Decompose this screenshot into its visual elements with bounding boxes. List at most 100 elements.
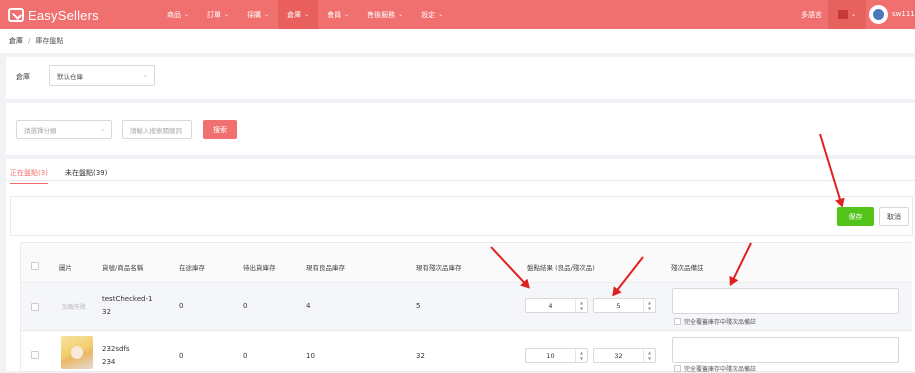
select-all-checkbox[interactable] (31, 262, 39, 270)
header-image: 圖片 (59, 264, 72, 272)
table-row: 加載失敗 testChecked-1 32 0 0 4 5 4 ▲ ▼ 5 ▲ ▼ … (21, 283, 912, 331)
row-good-stock: 10 (306, 352, 315, 360)
search-button[interactable]: 搜索 (203, 120, 237, 139)
nav-item-after-sales[interactable]: 售後服務 ⌄ (358, 0, 412, 29)
action-bar: 保存 取消 (10, 196, 913, 236)
row-in-transit: 0 (179, 352, 184, 360)
image-failed-text: 加載失敗 (62, 304, 87, 311)
row-pending: 0 (243, 352, 248, 360)
header-pending: 待出貨庫存 (243, 264, 276, 272)
category-placeholder: 請選擇分類 (24, 126, 57, 135)
chevron-down-icon: ⌄ (438, 11, 444, 18)
nav-item-members[interactable]: 會員 ⌄ (318, 0, 358, 29)
stepper-arrows-icon[interactable]: ▲ ▼ (643, 349, 655, 362)
brand-name: EasySellers (28, 7, 99, 23)
language-link[interactable]: 多語言 (801, 10, 822, 20)
header-defective-note: 殘次品備註 (671, 264, 704, 272)
search-input[interactable]: 請輸入搜索關鍵詞 (122, 120, 192, 139)
nav-label: 售後服務 (367, 10, 396, 19)
warehouse-panel: 倉庫 默认仓庫 ⌄ (6, 57, 915, 99)
shop-bag-icon (8, 8, 24, 22)
tab-bar: 正在盤點(3) 未在盤點(39) (6, 159, 915, 184)
nav-label: 訂單 (207, 10, 222, 19)
row-sku: testChecked-1 (102, 295, 153, 303)
tab-counting[interactable]: 正在盤點(3) (10, 168, 48, 184)
defective-count-value: 32 (614, 352, 623, 360)
stepper-arrows-icon[interactable]: ▲ ▼ (643, 299, 655, 312)
product-thumbnail (61, 336, 93, 369)
header-good-stock: 現有良品庫存 (306, 264, 345, 272)
nav-item-products[interactable]: 商品 ⌄ (158, 0, 198, 29)
theme-color-picker[interactable]: ⌄ (828, 0, 866, 29)
color-swatch (837, 10, 848, 19)
overwrite-note-option[interactable]: 完全覆蓋庫存中殘次品備註 (674, 364, 756, 373)
breadcrumb-separator: / (28, 37, 31, 45)
category-select[interactable]: 請選擇分類 ⌄ (16, 120, 112, 139)
overwrite-note-option[interactable]: 完全覆蓋庫存中殘次品備註 (674, 317, 756, 326)
row-defective-stock: 5 (416, 302, 421, 310)
save-button[interactable]: 保存 (837, 207, 874, 226)
row-name: 32 (102, 308, 111, 316)
defective-note-textarea[interactable] (672, 337, 899, 363)
cancel-button[interactable]: 取消 (879, 207, 909, 226)
nav-item-orders[interactable]: 訂單 ⌄ (198, 0, 238, 29)
stepper-arrows-icon[interactable]: ▲ ▼ (575, 349, 587, 362)
nav-label: 倉庫 (287, 10, 302, 19)
brand-logo[interactable]: EasySellers (8, 7, 99, 23)
stocktake-panel: 正在盤點(3) 未在盤點(39) 保存 取消 圖片 貨號/商品名稱 在途庫存 待… (6, 159, 915, 373)
warehouse-select-value: 默认仓庫 (57, 72, 83, 81)
good-count-value: 10 (546, 352, 555, 360)
tab-not-counting[interactable]: 未在盤點(39) (65, 168, 107, 183)
nav-label: 會員 (327, 10, 342, 19)
table-header: 圖片 貨號/商品名稱 在途庫存 待出貨庫存 現有良品庫存 現有殘次品庫存 盤點結… (21, 243, 912, 283)
breadcrumb-current: 庫存盤點 (35, 37, 64, 45)
row-checkbox[interactable] (31, 351, 39, 359)
row-pending: 0 (243, 302, 248, 310)
chevron-down-icon: ⌄ (99, 126, 105, 133)
username[interactable]: sw111 (892, 10, 915, 18)
defective-count-stepper[interactable]: 32 ▲ ▼ (593, 348, 656, 363)
row-defective-stock: 32 (416, 352, 425, 360)
top-navbar: EasySellers 商品 ⌄ 訂單 ⌄ 採購 ⌄ 倉庫 ⌄ 會員 ⌄ 售後服務 ⌄ 設定… (0, 0, 915, 29)
header-defective-stock: 現有殘次品庫存 (416, 264, 462, 272)
overwrite-note-label: 完全覆蓋庫存中殘次品備註 (684, 319, 757, 326)
stepper-arrows-icon[interactable]: ▲ ▼ (575, 299, 587, 312)
chevron-down-icon: ⌄ (850, 11, 857, 18)
table-row: 232sdfs 234 0 0 10 32 10 ▲ ▼ 32 ▲ ▼ 完全覆蓋庫存… (21, 331, 912, 373)
overwrite-note-label: 完全覆蓋庫存中殘次品備註 (684, 366, 757, 373)
chevron-down-icon: ⌄ (224, 11, 230, 18)
row-checkbox[interactable] (31, 303, 39, 311)
nav-label: 採購 (247, 10, 262, 19)
header-sku-name: 貨號/商品名稱 (102, 264, 144, 272)
nav-item-warehouse[interactable]: 倉庫 ⌄ (278, 0, 319, 29)
defective-count-stepper[interactable]: 5 ▲ ▼ (593, 298, 656, 313)
header-in-transit: 在途庫存 (179, 264, 205, 272)
good-count-stepper[interactable]: 4 ▲ ▼ (525, 298, 588, 313)
overwrite-note-checkbox[interactable] (674, 318, 681, 325)
nav-item-settings[interactable]: 設定 ⌄ (412, 0, 452, 29)
chevron-down-icon: ⌄ (344, 11, 350, 18)
header-count-result: 盤點結果 (良品/殘次品) (527, 264, 595, 272)
chevron-down-icon: ⌄ (142, 72, 148, 79)
main-nav: 商品 ⌄ 訂單 ⌄ 採購 ⌄ 倉庫 ⌄ 會員 ⌄ 售後服務 ⌄ 設定 ⌄ (158, 0, 452, 29)
defective-note-textarea[interactable] (672, 288, 899, 314)
avatar[interactable] (869, 5, 888, 24)
warehouse-label: 倉庫 (16, 73, 30, 81)
warehouse-select[interactable]: 默认仓庫 ⌄ (49, 65, 155, 86)
nav-label: 設定 (421, 10, 436, 19)
chevron-down-icon: ⌄ (398, 11, 404, 18)
chevron-down-icon: ⌄ (304, 11, 310, 18)
good-count-value: 4 (548, 302, 553, 310)
row-name: 234 (102, 358, 116, 366)
good-count-stepper[interactable]: 10 ▲ ▼ (525, 348, 588, 363)
breadcrumb-root[interactable]: 倉庫 (9, 36, 23, 46)
nav-label: 商品 (167, 10, 181, 19)
defective-count-value: 5 (616, 302, 621, 310)
stocktake-table: 圖片 貨號/商品名稱 在途庫存 待出貨庫存 現有良品庫存 現有殘次品庫存 盤點結… (20, 242, 912, 373)
filter-panel: 請選擇分類 ⌄ 請輸入搜索關鍵詞 搜索 (6, 103, 915, 155)
user-avatar-icon (873, 9, 884, 20)
row-good-stock: 4 (306, 302, 311, 310)
nav-item-purchasing[interactable]: 採購 ⌄ (238, 0, 278, 29)
row-sku: 232sdfs (102, 345, 130, 353)
chevron-down-icon: ⌄ (264, 11, 270, 18)
